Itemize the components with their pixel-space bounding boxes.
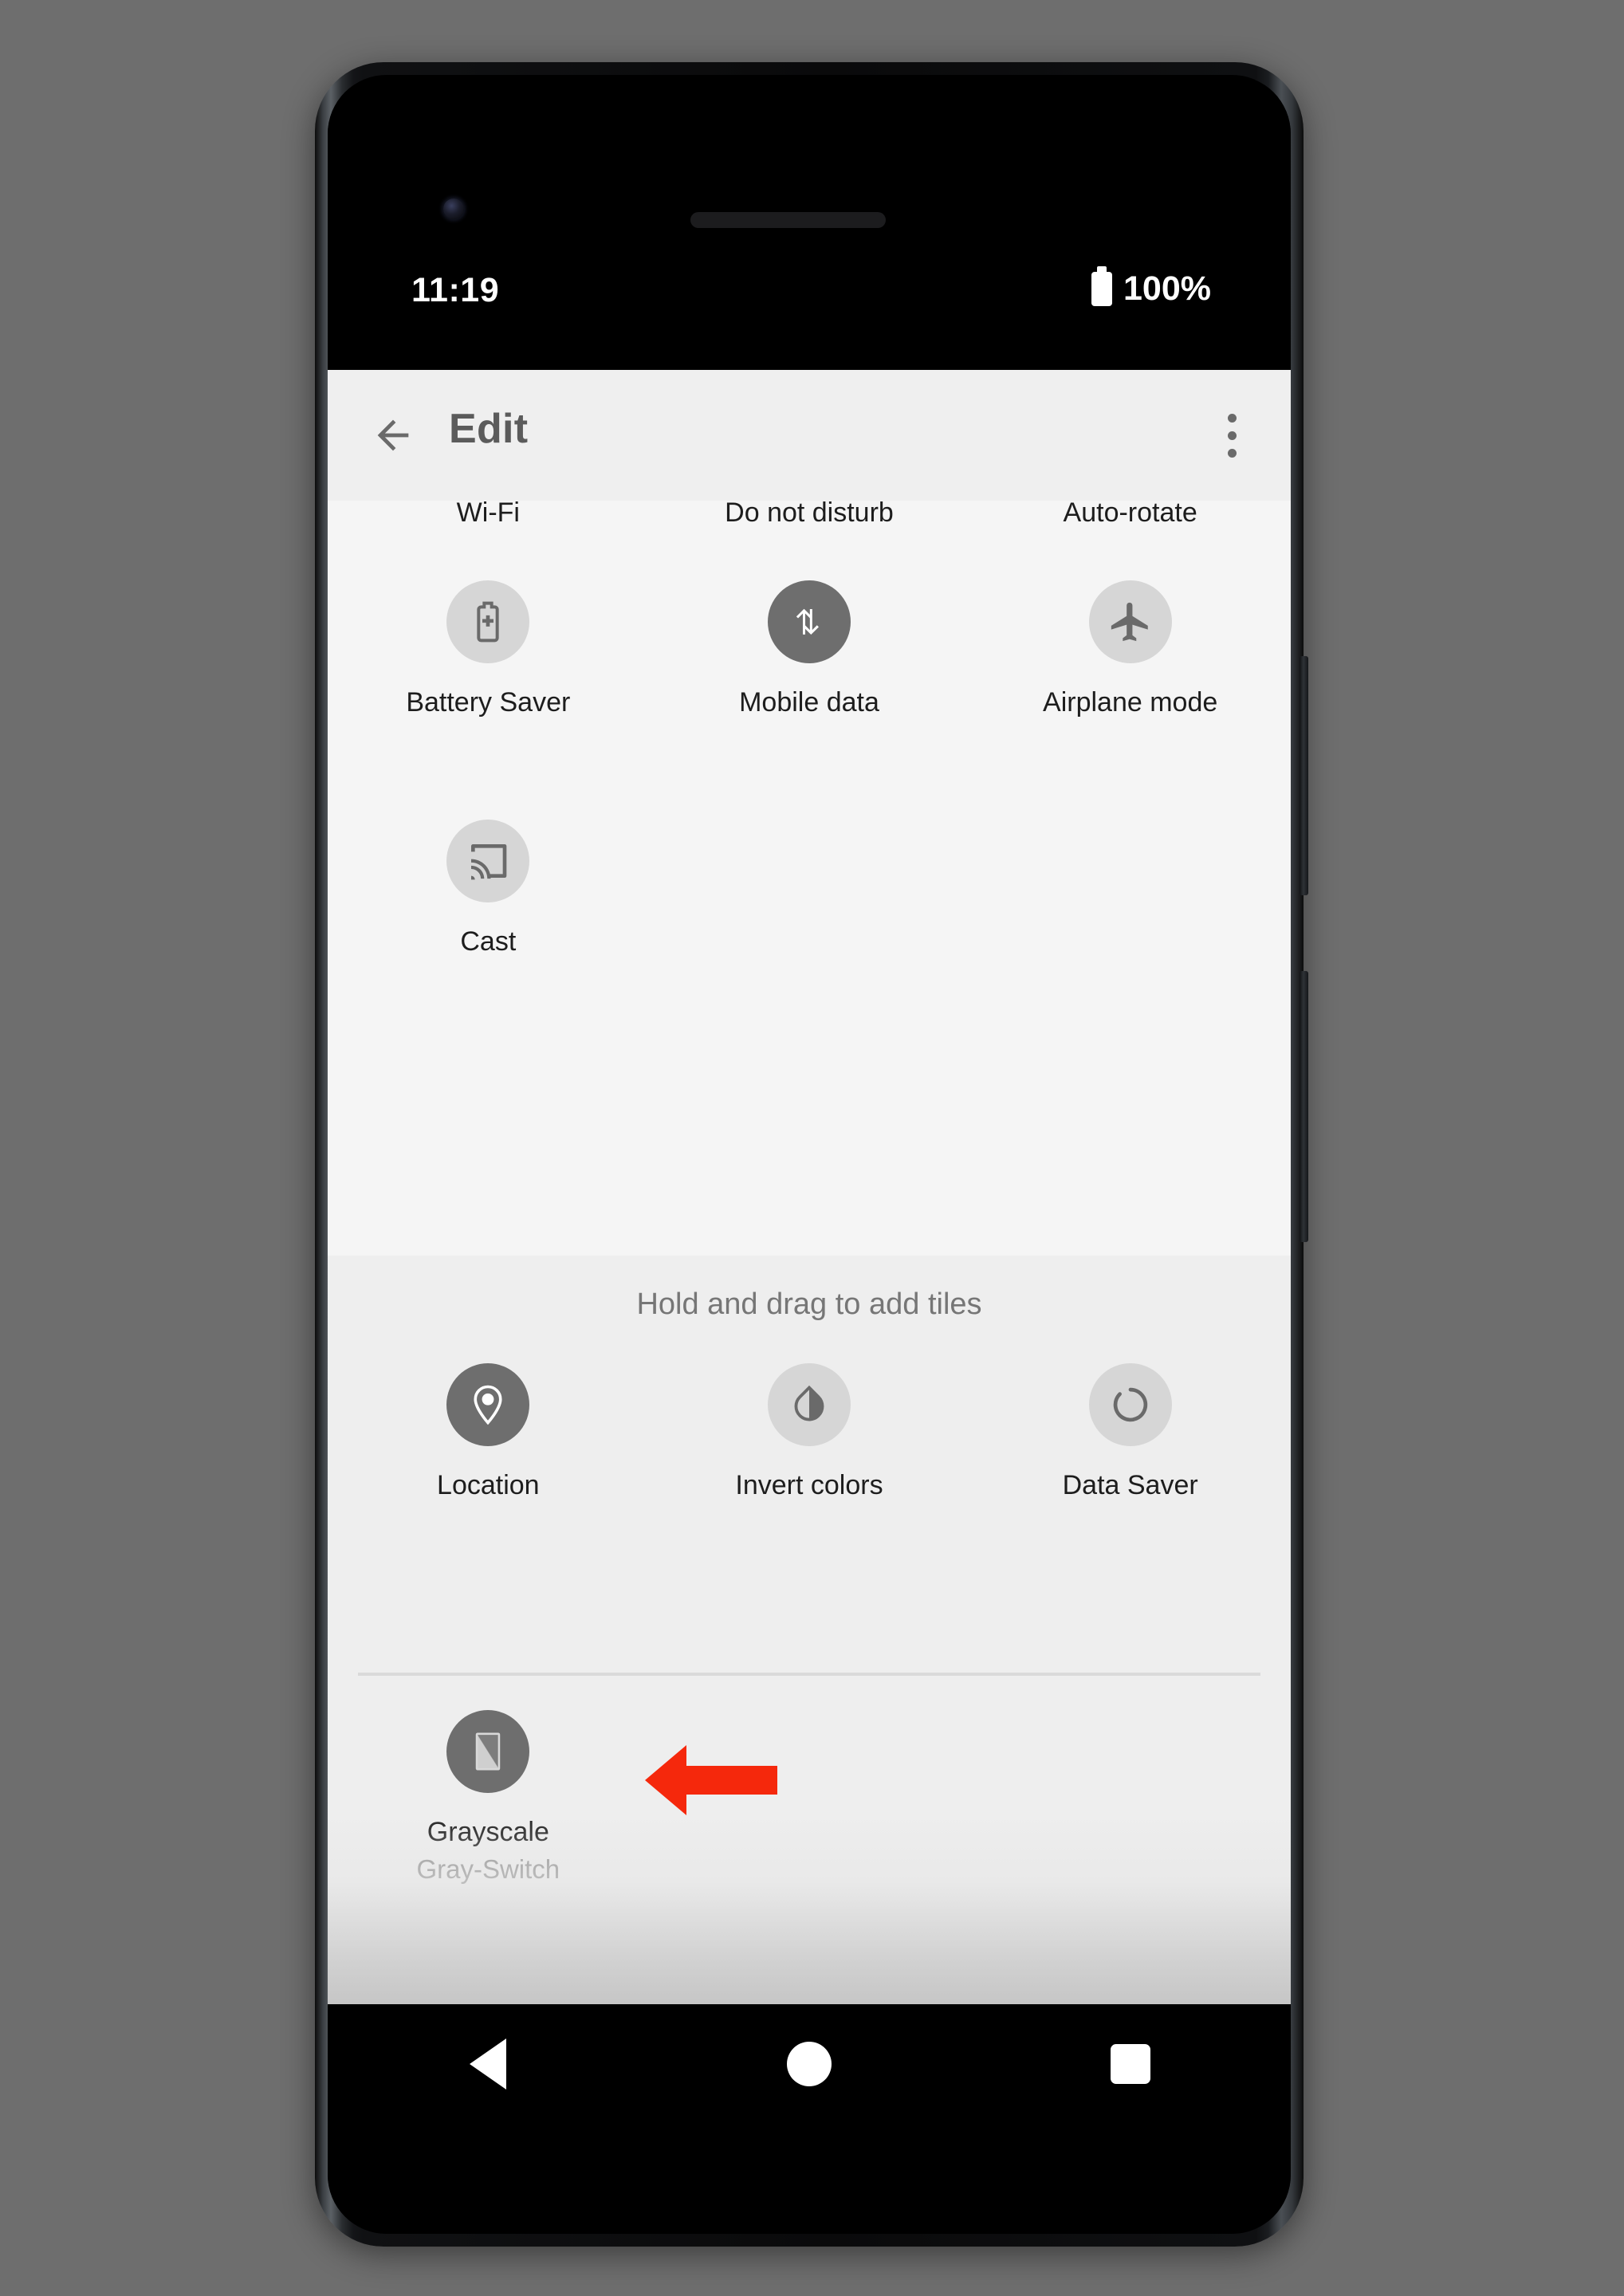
nav-home-button[interactable] (761, 2016, 857, 2112)
screenshot-backdrop: 11:19 100% Edit Wi-Fi Do not disturb Aut… (0, 0, 1624, 2296)
cast-icon (446, 820, 530, 902)
battery-saver-icon (446, 580, 530, 663)
tile-label: Battery Saver (406, 687, 571, 718)
menu-dot (1227, 431, 1237, 440)
tile-label: Grayscale (427, 1817, 549, 1847)
menu-dot (1227, 448, 1237, 458)
airplane-icon (1088, 580, 1172, 663)
tile-label-wifi: Wi-Fi (456, 497, 520, 528)
power-button[interactable] (1300, 656, 1308, 895)
nav-back-button[interactable] (440, 2016, 536, 2112)
tile-empty-slot (969, 820, 1291, 957)
custom-tiles-row: Grayscale Gray-Switch (328, 1710, 1291, 1885)
tile-empty-slot (649, 820, 970, 957)
add-tiles-heading: Hold and drag to add tiles (636, 1288, 982, 1321)
page-title: Edit (449, 406, 529, 452)
tile-sublabel: Gray-Switch (416, 1854, 560, 1884)
status-bar-clock: 11:19 (411, 271, 500, 309)
clipped-tile-row: Wi-Fi Do not disturb Auto-rotate (328, 497, 1291, 529)
current-tiles-row-3: Cast (328, 820, 1291, 957)
tile-label: Location (437, 1470, 540, 1500)
grayscale-tile-icon (446, 1710, 530, 1793)
tile-data-saver[interactable]: Data Saver (969, 1363, 1291, 1501)
tile-label: Cast (460, 926, 517, 957)
battery-percent-label: 100% (1123, 269, 1211, 308)
menu-dot (1227, 413, 1237, 423)
more-vertical-icon[interactable] (1203, 405, 1260, 466)
available-tiles-row: Location Invert colors Data Saver (328, 1363, 1291, 1501)
tile-label: Data Saver (1062, 1470, 1198, 1500)
status-bar-right-group: 100% (1091, 266, 1211, 309)
tile-airplane-mode[interactable]: Airplane mode (969, 580, 1291, 718)
tile-label-do-not-disturb: Do not disturb (725, 497, 894, 528)
phone-device-frame: 11:19 100% Edit Wi-Fi Do not disturb Aut… (315, 62, 1308, 2247)
earpiece-speaker (690, 212, 886, 228)
data-saver-icon (1088, 1363, 1172, 1446)
front-camera-icon (443, 199, 464, 219)
tile-grayscale[interactable]: Grayscale Gray-Switch (328, 1710, 649, 1885)
volume-rocker-button[interactable] (1300, 971, 1308, 1242)
quick-settings-edit-screen: Edit Wi-Fi Do not disturb Auto-rotate Ba… (328, 370, 1291, 2004)
tile-invert-colors[interactable]: Invert colors (649, 1363, 970, 1501)
tile-label: Mobile data (739, 687, 879, 718)
section-divider (358, 1673, 1260, 1676)
tile-empty-slot (649, 1710, 970, 1885)
phone-screen: 11:19 100% Edit Wi-Fi Do not disturb Aut… (328, 75, 1291, 2234)
nav-recents-button[interactable] (1083, 2016, 1178, 2112)
tile-label: Airplane mode (1043, 687, 1218, 718)
tile-battery-saver[interactable]: Battery Saver (328, 580, 649, 718)
nav-recents-square-icon (1110, 2044, 1150, 2084)
app-bar: Edit (328, 370, 1291, 501)
tile-label-auto-rotate: Auto-rotate (1063, 497, 1197, 528)
battery-full-icon (1091, 266, 1113, 306)
tile-mobile-data[interactable]: Mobile data (649, 580, 970, 718)
system-navigation-bar (328, 2004, 1291, 2124)
status-bar: 11:19 100% (328, 258, 1291, 332)
tile-location[interactable]: Location (328, 1363, 649, 1501)
current-tiles-row-2: Battery Saver Mobile data Airplane mode (328, 580, 1291, 718)
tile-empty-slot (969, 1710, 1291, 1885)
tile-label: Invert colors (735, 1470, 883, 1500)
tile-cast[interactable]: Cast (328, 820, 649, 957)
nav-home-circle-icon (786, 2042, 832, 2086)
arrow-left-icon (377, 419, 409, 451)
location-pin-icon (446, 1363, 530, 1446)
phone-screen-bezel: 11:19 100% Edit Wi-Fi Do not disturb Aut… (328, 75, 1291, 2234)
back-button[interactable] (361, 403, 425, 467)
nav-back-triangle-icon (470, 2038, 507, 2090)
invert-colors-icon (767, 1363, 851, 1446)
add-tiles-section: Hold and drag to add tiles Location Inve… (328, 1256, 1291, 2004)
current-tiles-section: Wi-Fi Do not disturb Auto-rotate Battery… (328, 497, 1291, 1256)
mobile-data-icon (767, 580, 851, 663)
